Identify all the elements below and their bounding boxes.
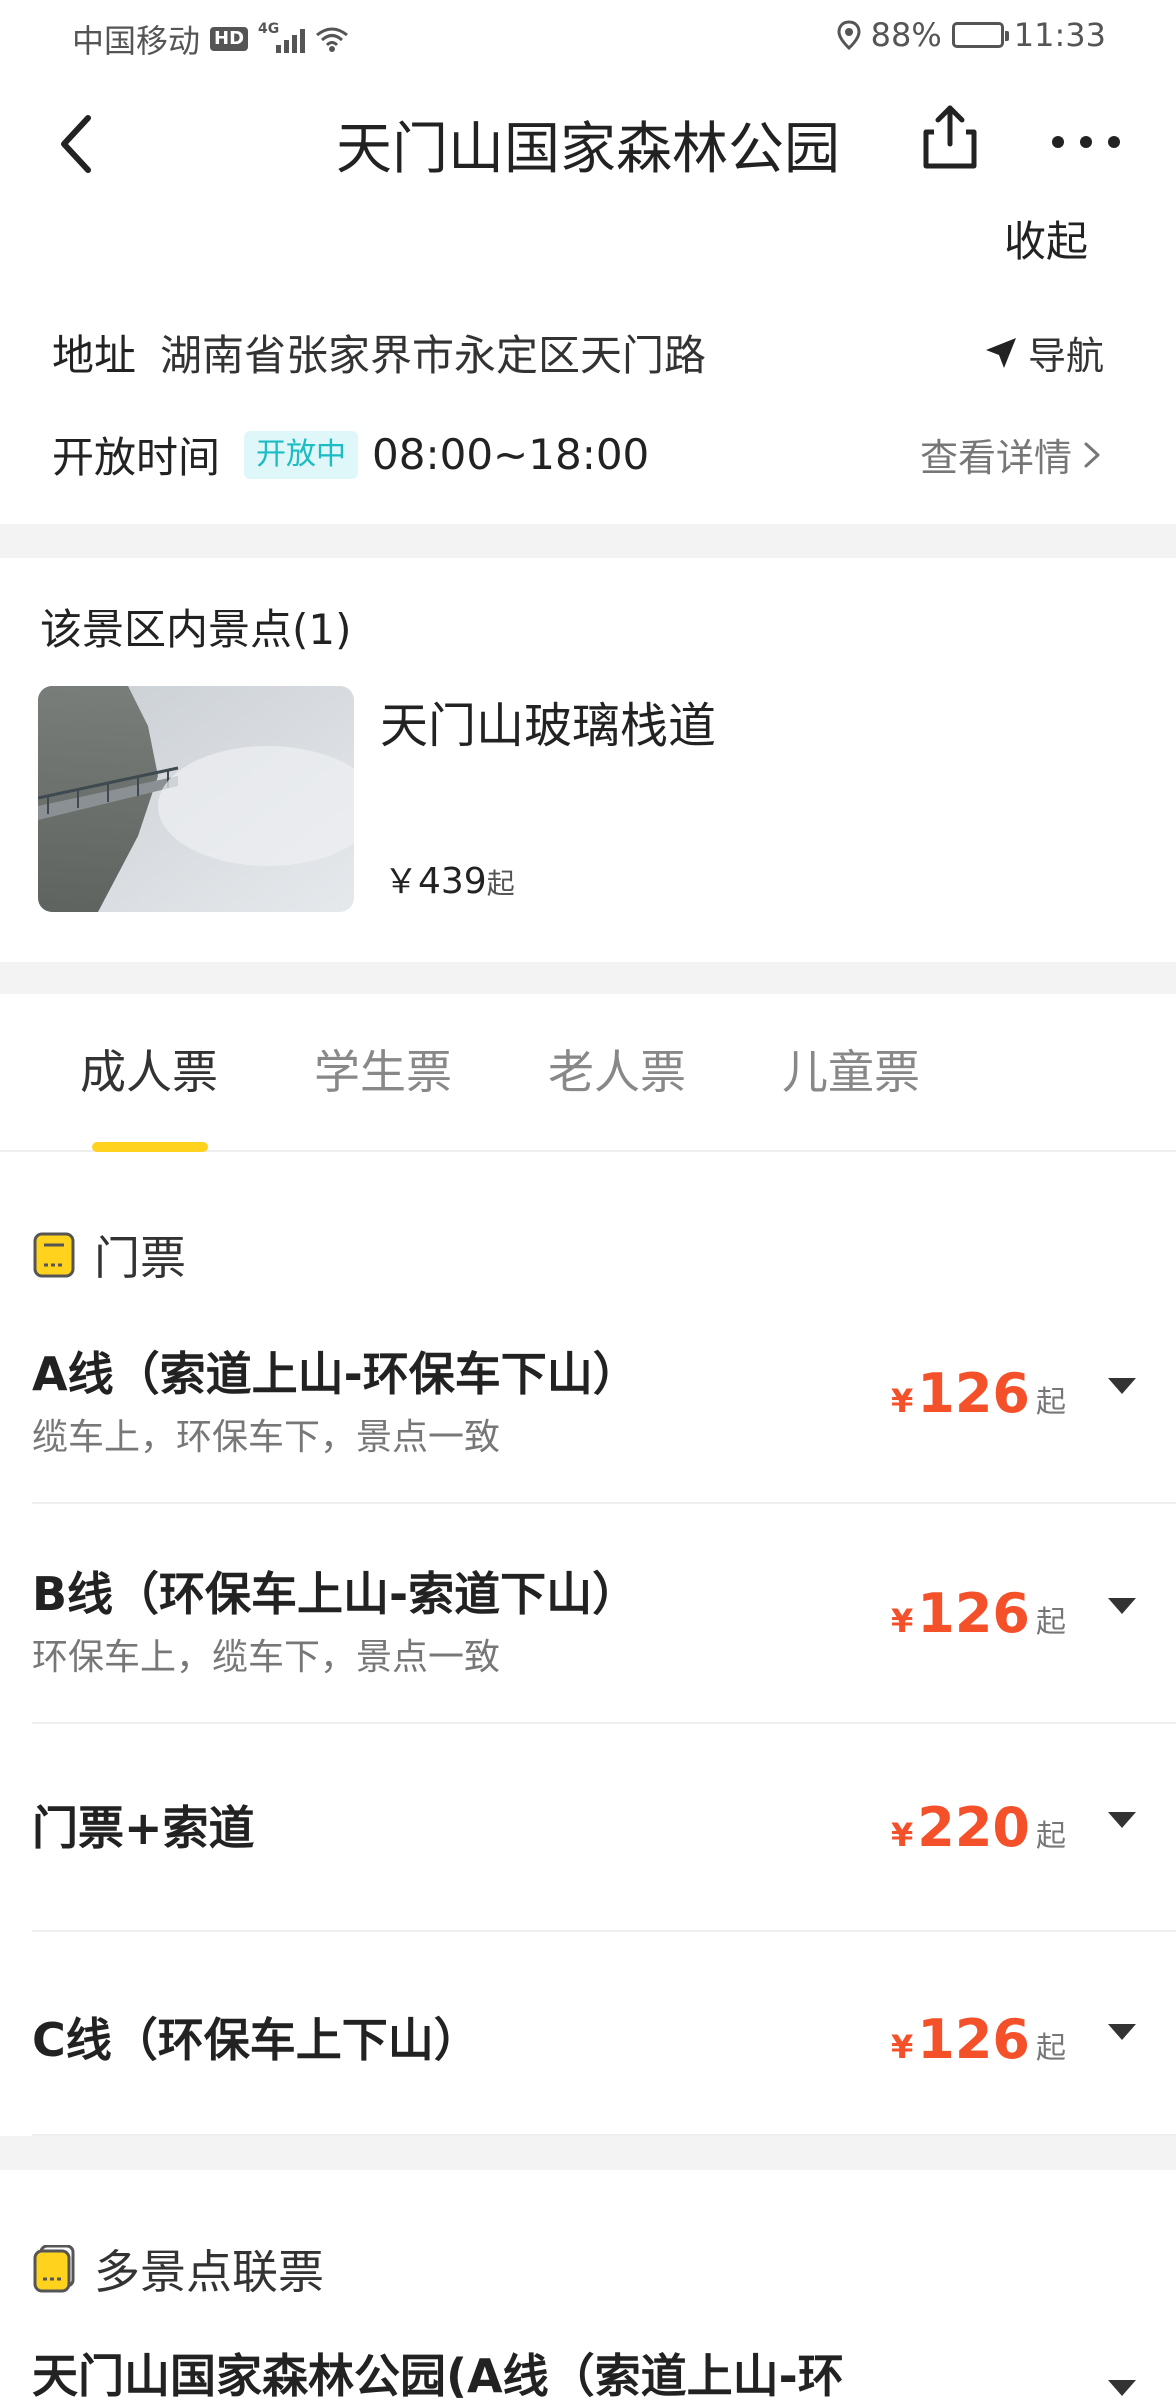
combo-section-title: 多景点联票 xyxy=(94,2245,324,2299)
active-tab-indicator xyxy=(92,1142,208,1152)
tab-senior[interactable]: 老人票 xyxy=(548,1036,686,1102)
combo-item-name[interactable]: 天门山国家森林公园(A线（索道上山-环 xyxy=(32,2340,844,2400)
ticket-name: 门票+索道 xyxy=(32,1801,255,1855)
spot-photo xyxy=(38,686,354,912)
price-value: 126 xyxy=(917,1582,1030,1645)
chevron-right-icon xyxy=(1084,442,1100,467)
section-divider xyxy=(0,2136,1176,2170)
expand-arrow-icon[interactable] xyxy=(1108,1378,1136,1394)
tab-adult[interactable]: 成人票 xyxy=(80,1036,218,1102)
price-suffix: 起 xyxy=(1036,2031,1066,2066)
ticket-price: ¥ 126 起 xyxy=(891,1362,1066,1425)
price-suffix: 起 xyxy=(1036,1605,1066,1640)
expand-arrow-icon[interactable] xyxy=(1108,2024,1136,2040)
collapse-button[interactable]: 收起 xyxy=(1004,208,1088,269)
tab-student[interactable]: 学生票 xyxy=(314,1036,452,1102)
ticket-name: B线（环保车上山-索道下山） xyxy=(32,1567,639,1621)
wifi-icon xyxy=(316,27,348,52)
combo-ticket-icon xyxy=(33,2245,75,2293)
expand-arrow-icon[interactable] xyxy=(1108,1812,1136,1828)
tab-child[interactable]: 儿童票 xyxy=(782,1036,920,1102)
scenic-spot-card[interactable]: 天门山玻璃栈道 ￥439起 xyxy=(38,686,1138,914)
price-value: 126 xyxy=(917,1362,1030,1425)
ticket-name: C线（环保车上下山） xyxy=(32,2013,480,2067)
ticket-item[interactable]: B线（环保车上山-索道下山） 环保车上，缆车下，景点一致 ¥ 126 起 xyxy=(32,1504,1176,1724)
view-details-label: 查看详情 xyxy=(919,436,1072,480)
back-icon[interactable] xyxy=(50,106,110,182)
price-suffix: 起 xyxy=(1036,1819,1066,1854)
location-icon xyxy=(837,20,861,50)
page-title: 天门山国家森林公园 xyxy=(336,117,840,182)
address-label: 地址 xyxy=(52,331,137,380)
hours-row: 开放时间 开放中 08:00~18:00 查看详情 xyxy=(52,424,1124,485)
spot-price-value: 439 xyxy=(418,861,487,902)
clock: 11:33 xyxy=(1013,16,1106,54)
section-divider xyxy=(0,524,1176,558)
nav-bar: 天门山国家森林公园 xyxy=(0,72,1176,212)
battery-icon xyxy=(951,22,1009,48)
hd-icon: HD xyxy=(210,27,249,51)
spot-price-currency: ￥ xyxy=(384,862,418,902)
ticket-description: 环保车上，缆车下，景点一致 xyxy=(32,1637,501,1678)
ticket-price: ¥ 220 起 xyxy=(891,1796,1066,1859)
spot-price-suffix: 起 xyxy=(486,867,515,900)
ticket-item[interactable]: 门票+索道 ¥ 220 起 xyxy=(32,1724,1176,1932)
price-currency: ¥ xyxy=(891,1816,914,1854)
share-icon[interactable] xyxy=(920,102,980,172)
ticket-price: ¥ 126 起 xyxy=(891,1582,1066,1645)
network-type-label: 4G xyxy=(258,21,280,37)
price-suffix: 起 xyxy=(1036,1385,1066,1420)
address-text: 湖南省张家界市永定区天门路 xyxy=(160,331,707,380)
expand-arrow-icon[interactable] xyxy=(1108,1598,1136,1614)
scenic-spots-title: 该景区内景点(1) xyxy=(40,605,352,654)
ticket-item[interactable]: C线（环保车上下山） ¥ 126 起 xyxy=(32,1932,1176,2136)
price-value: 126 xyxy=(917,2008,1030,2071)
ticket-price: ¥ 126 起 xyxy=(891,2008,1066,2071)
price-currency: ¥ xyxy=(891,2028,914,2066)
ticket-name: A线（索道上山-环保车下山） xyxy=(32,1347,639,1401)
navigate-label: 导航 xyxy=(1027,334,1104,378)
combo-section-header: 多景点联票 xyxy=(32,2236,324,2302)
view-details-link[interactable]: 查看详情 xyxy=(920,427,1104,482)
carrier-label: 中国移动 xyxy=(72,22,201,60)
spot-name: 天门山玻璃栈道 xyxy=(380,698,717,754)
ticket-section-title: 门票 xyxy=(94,1231,186,1285)
ticket-icon xyxy=(33,1232,75,1278)
price-currency: ¥ xyxy=(891,1382,914,1420)
navigate-button[interactable]: 导航 xyxy=(984,325,1104,380)
spot-price: ￥439起 xyxy=(384,854,515,903)
price-value: 220 xyxy=(917,1796,1030,1859)
address-row: 地址 湖南省张家界市永定区天门路 导航 xyxy=(52,322,1124,383)
ticket-description: 缆车上，环保车下，景点一致 xyxy=(32,1417,501,1458)
hours-label: 开放时间 xyxy=(52,433,221,482)
open-status-badge: 开放中 xyxy=(244,430,359,479)
more-icon[interactable] xyxy=(1048,124,1124,160)
section-divider xyxy=(0,962,1176,994)
navigation-arrow-icon xyxy=(985,337,1016,368)
status-bar-right: 88% 11:33 xyxy=(837,16,1106,54)
hours-text: 08:00~18:00 xyxy=(372,430,650,479)
ticket-section-header: 门票 xyxy=(32,1222,186,1288)
expand-arrow-icon[interactable] xyxy=(1108,2380,1136,2396)
ticket-item[interactable]: A线（索道上山-环保车下山） 缆车上，环保车下，景点一致 ¥ 126 起 xyxy=(32,1290,1176,1504)
cellular-signal-icon: 4G xyxy=(258,21,306,53)
status-bar-left: 中国移动 HD 4G xyxy=(72,16,349,62)
battery-percent: 88% xyxy=(870,16,942,54)
status-bar: 中国移动 HD 4G 88% 11:33 xyxy=(0,0,1176,72)
ticket-type-tabs: 成人票 学生票 老人票 儿童票 xyxy=(0,994,1176,1152)
price-currency: ¥ xyxy=(891,1602,914,1640)
